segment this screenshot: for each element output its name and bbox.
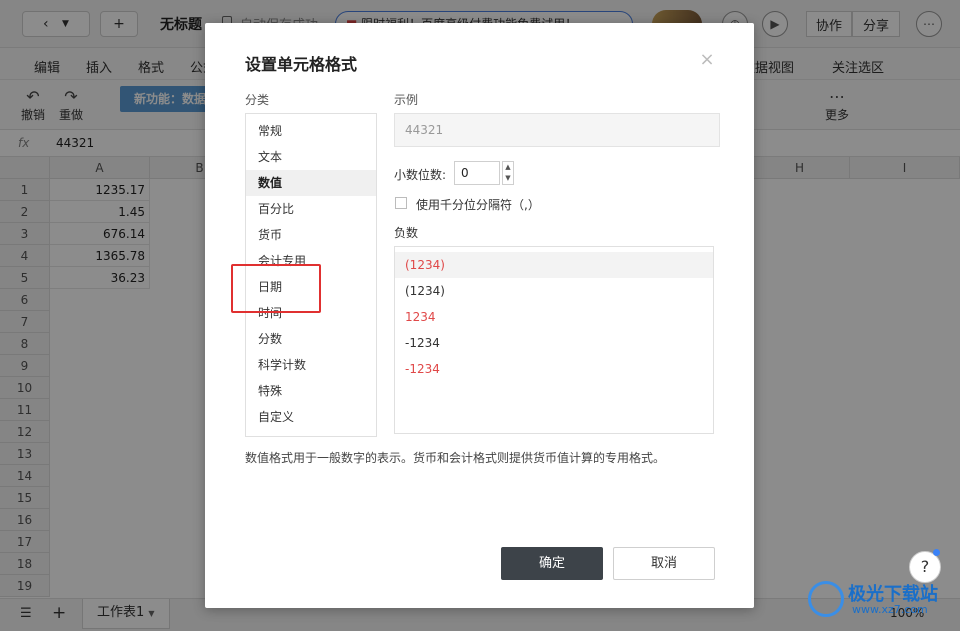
notification-dot	[933, 549, 940, 556]
category-item-scientific[interactable]: 科学计数	[246, 352, 376, 378]
category-item-general[interactable]: 常规	[246, 118, 376, 144]
category-item-currency[interactable]: 货币	[246, 222, 376, 248]
watermark-logo-icon	[808, 581, 844, 617]
decimal-places-label: 小数位数:	[394, 168, 447, 182]
negative-option[interactable]: -1234	[395, 356, 713, 382]
negative-numbers-label: 负数	[394, 226, 419, 240]
negative-option[interactable]: (1234)	[395, 252, 713, 278]
category-label: 分类	[245, 93, 270, 107]
format-cells-dialog: 设置单元格格式 × 分类 常规 文本 数值 百分比 货币 会计专用 日期 时间 …	[205, 23, 754, 608]
thousands-separator-checkbox[interactable]	[395, 197, 407, 209]
category-item-special[interactable]: 特殊	[246, 378, 376, 404]
category-item-percent[interactable]: 百分比	[246, 196, 376, 222]
sample-label: 示例	[394, 93, 419, 107]
category-item-custom[interactable]: 自定义	[246, 404, 376, 430]
arrow-down-icon[interactable]: ▼	[503, 173, 513, 184]
watermark-url: www.xz7.com	[852, 603, 928, 616]
watermark: 极光下载站 www.xz7.com	[808, 577, 958, 625]
thousands-separator-label[interactable]: 使用千分位分隔符（,）	[416, 196, 540, 213]
format-description: 数值格式用于一般数字的表示。货币和会计格式则提供货币值计算的专用格式。	[245, 451, 666, 465]
dialog-title: 设置单元格格式	[245, 55, 358, 74]
negative-option[interactable]: -1234	[395, 330, 713, 356]
negative-option[interactable]: 1234	[395, 304, 713, 330]
negative-numbers-list: (1234) (1234) 1234 -1234 -1234	[394, 246, 714, 434]
highlight-annotation	[231, 264, 321, 313]
decimal-places-stepper[interactable]: ▲ ▼	[502, 161, 514, 185]
category-item-fraction[interactable]: 分数	[246, 326, 376, 352]
category-item-text[interactable]: 文本	[246, 144, 376, 170]
sample-preview: 44321	[394, 113, 720, 147]
negative-option[interactable]: (1234)	[395, 278, 713, 304]
category-item-number[interactable]: 数值	[246, 170, 376, 196]
cancel-button[interactable]: 取消	[613, 547, 715, 580]
arrow-up-icon[interactable]: ▲	[503, 162, 513, 173]
ok-button[interactable]: 确定	[501, 547, 603, 580]
decimal-places-input[interactable]: 0	[454, 161, 500, 185]
close-icon[interactable]: ×	[698, 51, 716, 69]
